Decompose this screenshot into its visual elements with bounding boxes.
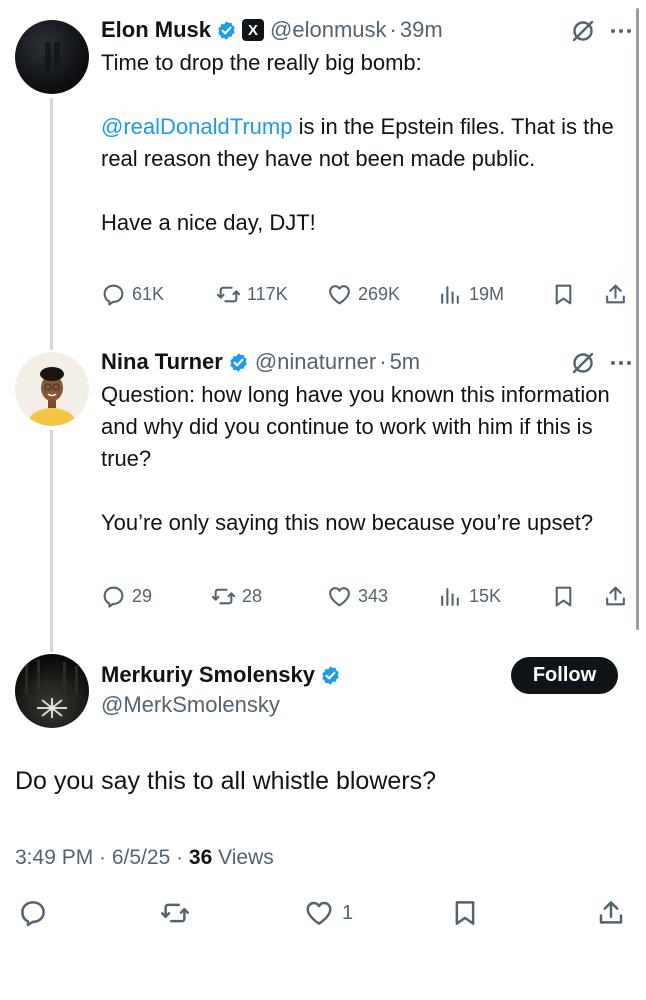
share-icon: [599, 901, 623, 924]
tweet-header: Elon Musk X @elonmusk · 39m: [101, 15, 632, 45]
x-affiliate-badge-icon: X: [242, 19, 265, 41]
author-name[interactable]: Merkuriy Smolensky: [101, 662, 315, 688]
repost-icon: [211, 588, 236, 605]
views-count: 15K: [469, 586, 502, 606]
repost-count: 117K: [247, 284, 288, 304]
author-handle[interactable]: @MerkSmolensky: [101, 690, 341, 720]
main-tweet-author: Merkuriy Smolensky @MerkSmolensky: [101, 660, 341, 720]
thread-line: [50, 430, 53, 652]
like-count: 269K: [358, 284, 401, 304]
tweet-header: Nina Turner @ninaturner · 5m: [101, 347, 632, 377]
reply-button[interactable]: 61K: [101, 282, 164, 307]
bookmark-button[interactable]: [551, 282, 576, 307]
bookmark-icon: [555, 284, 572, 305]
avatar[interactable]: [15, 20, 89, 94]
bookmark-button[interactable]: [551, 584, 576, 609]
share-button[interactable]: [596, 898, 626, 928]
share-button[interactable]: [603, 282, 628, 307]
repost-button[interactable]: 28: [211, 584, 262, 609]
verified-badge-icon: [322, 665, 339, 685]
share-icon: [606, 586, 625, 606]
reply-icon: [103, 284, 124, 306]
tweet-text: Question: how long have you known this i…: [101, 382, 610, 535]
like-button[interactable]: 343: [327, 584, 388, 609]
views-icon: [441, 588, 459, 606]
tweet-actions: 29 28 343 15K: [101, 584, 629, 614]
bookmark-icon: [555, 586, 572, 607]
tweet-text: Time to drop the really big bomb: @realD…: [101, 47, 632, 239]
views-count: 19M: [469, 284, 505, 304]
avatar[interactable]: [15, 352, 89, 426]
avatar-image: [25, 660, 78, 718]
more-options-icon[interactable]: [610, 359, 632, 367]
scrollbar[interactable]: [636, 8, 639, 630]
separator-dot: ·: [379, 349, 387, 374]
avatar-image: [28, 367, 76, 426]
separator-dot: ·: [389, 17, 397, 42]
parent-tweet[interactable]: Elon Musk X @elonmusk · 39m Time to drop…: [101, 15, 632, 239]
timestamp[interactable]: 3:49 PM · 6/5/25 ·: [15, 846, 189, 869]
follow-button[interactable]: Follow: [511, 657, 618, 694]
reply-icon: [21, 901, 45, 927]
heart-icon: [306, 901, 332, 925]
avatar-image: [45, 42, 60, 72]
reply-icon: [103, 586, 124, 608]
like-count: 1: [342, 901, 354, 924]
repost-icon: [216, 286, 241, 303]
author-name[interactable]: Elon Musk: [101, 17, 211, 43]
tweet-actions: 61K 117K 269K 19M: [101, 282, 629, 312]
repost-icon: [161, 903, 189, 923]
verified-badge-icon: [218, 20, 235, 40]
grok-icon[interactable]: [570, 350, 596, 376]
like-button[interactable]: 269K: [327, 282, 400, 307]
bookmark-button[interactable]: [450, 898, 480, 928]
share-icon: [606, 284, 625, 304]
thread-line: [50, 98, 53, 350]
share-button[interactable]: [603, 584, 628, 609]
author-handle[interactable]: @ninaturner: [255, 349, 376, 375]
views-count: 36: [188, 846, 213, 869]
author-name[interactable]: Nina Turner: [101, 349, 223, 375]
reply-count: 61K: [132, 284, 165, 304]
repost-button[interactable]: [160, 898, 190, 928]
grok-icon[interactable]: [570, 18, 596, 44]
reply-count: 29: [132, 586, 153, 606]
reply-button[interactable]: [18, 898, 48, 928]
views-label: Views: [212, 846, 274, 869]
views-icon: [441, 286, 459, 304]
views-button[interactable]: 19M: [438, 282, 504, 307]
repost-count: 28: [242, 586, 263, 606]
like-count: 343: [358, 586, 389, 606]
like-button[interactable]: 1: [304, 898, 353, 928]
heart-icon: [329, 587, 350, 607]
tweet-time[interactable]: 39m: [400, 17, 443, 43]
tweet-time[interactable]: 5m: [390, 349, 421, 375]
more-options-icon[interactable]: [610, 27, 632, 35]
verified-badge-icon: [230, 352, 247, 372]
tweet-text-intro: Time to drop the really big bomb:: [101, 50, 422, 75]
main-tweet-text: Do you say this to all whistle blowers?: [15, 767, 437, 795]
reply-button[interactable]: 29: [101, 584, 152, 609]
reply-tweet[interactable]: Nina Turner @ninaturner · 5m Question: h…: [101, 347, 632, 539]
author-handle[interactable]: @elonmusk: [270, 17, 387, 43]
avatar[interactable]: [15, 654, 89, 728]
views-button[interactable]: 15K: [438, 584, 501, 609]
repost-button[interactable]: 117K: [216, 282, 288, 307]
bookmark-icon: [455, 901, 475, 925]
heart-icon: [329, 285, 350, 305]
tweet-metadata: 3:49 PM · 6/5/25 · 36 Views: [15, 846, 274, 870]
mention-link[interactable]: @realDonaldTrump: [101, 114, 292, 139]
